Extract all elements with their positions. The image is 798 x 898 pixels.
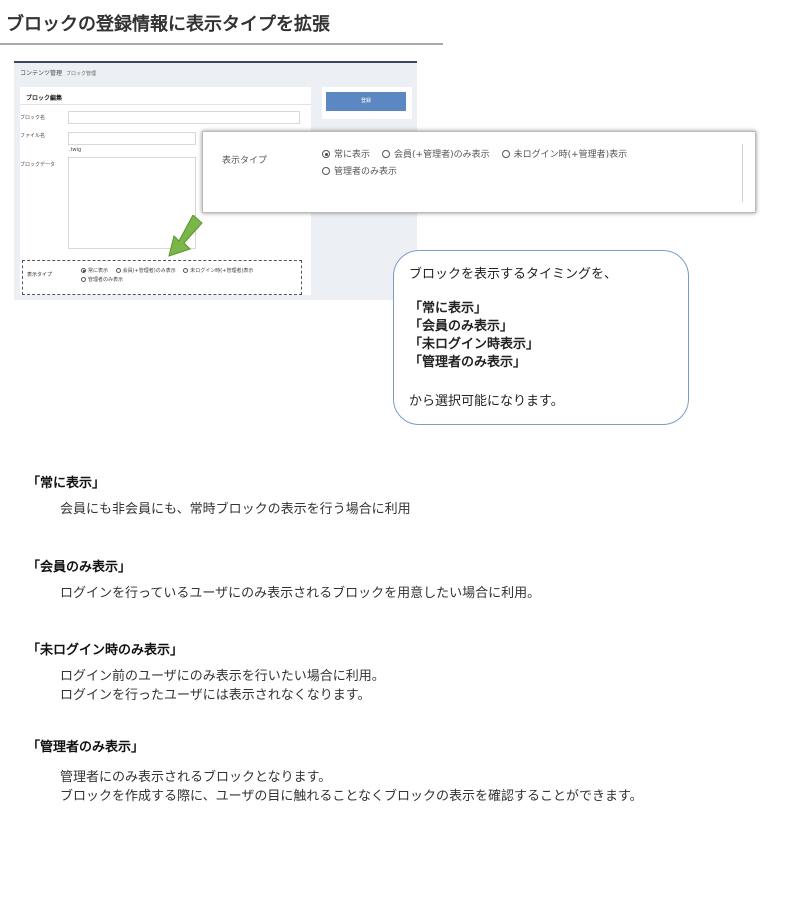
radio-icon [81, 277, 86, 282]
display-type-options: 常に表示 会員(+管理者)のみ表示 未ログイン時(+管理者)表示 管理者のみ表示 [81, 267, 259, 285]
desc-always: 「常に表示」 会員にも非会員にも、常時ブロックの表示を行う場合に利用 [27, 472, 411, 519]
desc-body: ログインを行っているユーザにのみ表示されるブロックを用意したい場合に利用。 [60, 584, 540, 603]
radio-icon [183, 268, 189, 273]
option-member[interactable]: 会員(+管理者)のみ表示 [115, 268, 176, 274]
radio-icon [81, 268, 86, 273]
breadcrumb: コンテンツ管理 ブロック管理 [20, 68, 96, 77]
desc-line: 会員にも非会員にも、常時ブロックの表示を行う場合に利用 [60, 502, 411, 517]
zoom-display-type-label: 表示タイプ [222, 156, 268, 166]
option-always[interactable]: 常に表示 [81, 268, 108, 274]
desc-heading: 「会員のみ表示」 [27, 560, 132, 575]
radio-icon [501, 150, 510, 158]
desc-line: ログインを行ったユーザには表示されなくなります。 [60, 688, 371, 703]
bubble-intro: ブロックを表示するタイミングを、 [409, 267, 618, 282]
display-type-label: 表示タイプ [27, 272, 53, 278]
radio-icon [322, 150, 330, 158]
breadcrumb-sub: ブロック管理 [66, 71, 97, 77]
radio-icon [322, 167, 330, 175]
option-admin[interactable]: 管理者のみ表示 [81, 277, 123, 283]
header-line [14, 61, 417, 63]
zoom-options: 常に表示 会員(+管理者)のみ表示 未ログイン時(+管理者)表示 管理者のみ表示 [322, 147, 639, 181]
file-name-input[interactable] [68, 132, 196, 145]
desc-line: ログイン前のユーザにのみ表示を行いたい場合に利用。 [60, 669, 385, 684]
bubble-outro: から選択可能になります。 [409, 394, 564, 409]
desc-body: ログイン前のユーザにのみ表示を行いたい場合に利用。 ログインを行ったユーザには表… [60, 667, 385, 705]
bubble-item: 「未ログイン時表示」 [409, 337, 540, 352]
register-button[interactable]: 登録 [326, 92, 406, 111]
zoom-option-always[interactable]: 常に表示 [322, 147, 370, 164]
radio-icon [382, 150, 391, 158]
block-name-input[interactable] [68, 111, 300, 124]
desc-line: ログインを行っているユーザにのみ表示されるブロックを用意したい場合に利用。 [60, 586, 541, 601]
zoom-option-guest[interactable]: 未ログイン時(+管理者)表示 [501, 147, 627, 164]
bubble-item: 「管理者のみ表示」 [409, 355, 527, 370]
divider [742, 144, 743, 202]
desc-heading: 「未ログイン時のみ表示」 [27, 643, 184, 658]
option-guest[interactable]: 未ログイン時(+管理者)表示 [183, 268, 253, 274]
panel-title: ブロック編集 [20, 87, 311, 105]
desc-body: 管理者にのみ表示されるブロックとなります。 ブロックを作成する際に、ユーザの目に… [60, 768, 643, 806]
desc-heading: 「管理者のみ表示」 [27, 740, 145, 755]
callout-bubble: ブロックを表示するタイミングを、 「常に表示」 「会員のみ表示」 「未ログイン時… [393, 250, 689, 425]
bubble-item: 「常に表示」 [409, 301, 488, 316]
breadcrumb-main: コンテンツ管理 [20, 70, 63, 77]
bubble-item: 「会員のみ表示」 [409, 319, 514, 334]
title-underline [0, 43, 443, 45]
desc-line: 管理者にのみ表示されるブロックとなります。 [60, 770, 332, 785]
block-name-label: ブロック名 [20, 115, 46, 121]
file-name-label: ファイル名 [20, 133, 46, 139]
desc-guest: 「未ログイン時のみ表示」 ログイン前のユーザにのみ表示を行いたい場合に利用。 ロ… [27, 639, 385, 705]
desc-line: ブロックを作成する際に、ユーザの目に触れることなくブロックの表示を確認することが… [60, 789, 643, 804]
display-type-zoom: 表示タイプ 常に表示 会員(+管理者)のみ表示 未ログイン時(+管理者)表示 管理者… [202, 131, 756, 213]
zoom-option-member[interactable]: 会員(+管理者)のみ表示 [382, 147, 490, 164]
file-ext-label: .twig [69, 147, 82, 153]
zoom-option-admin[interactable]: 管理者のみ表示 [322, 164, 397, 181]
radio-icon [115, 268, 121, 273]
block-data-label: ブロックデータ [20, 162, 56, 168]
desc-body: 会員にも非会員にも、常時ブロックの表示を行う場合に利用 [60, 500, 411, 519]
desc-admin: 「管理者のみ表示」 管理者にのみ表示されるブロックとなります。 ブロックを作成す… [27, 736, 643, 806]
display-type-highlight: 表示タイプ 常に表示 会員(+管理者)のみ表示 未ログイン時(+管理者)表示 管… [22, 260, 302, 295]
page-title: ブロックの登録情報に表示タイプを拡張 [6, 14, 330, 35]
green-arrow-icon [168, 215, 203, 257]
desc-member: 「会員のみ表示」 ログインを行っているユーザにのみ表示されるブロックを用意したい… [27, 556, 540, 603]
desc-heading: 「常に表示」 [27, 476, 106, 491]
